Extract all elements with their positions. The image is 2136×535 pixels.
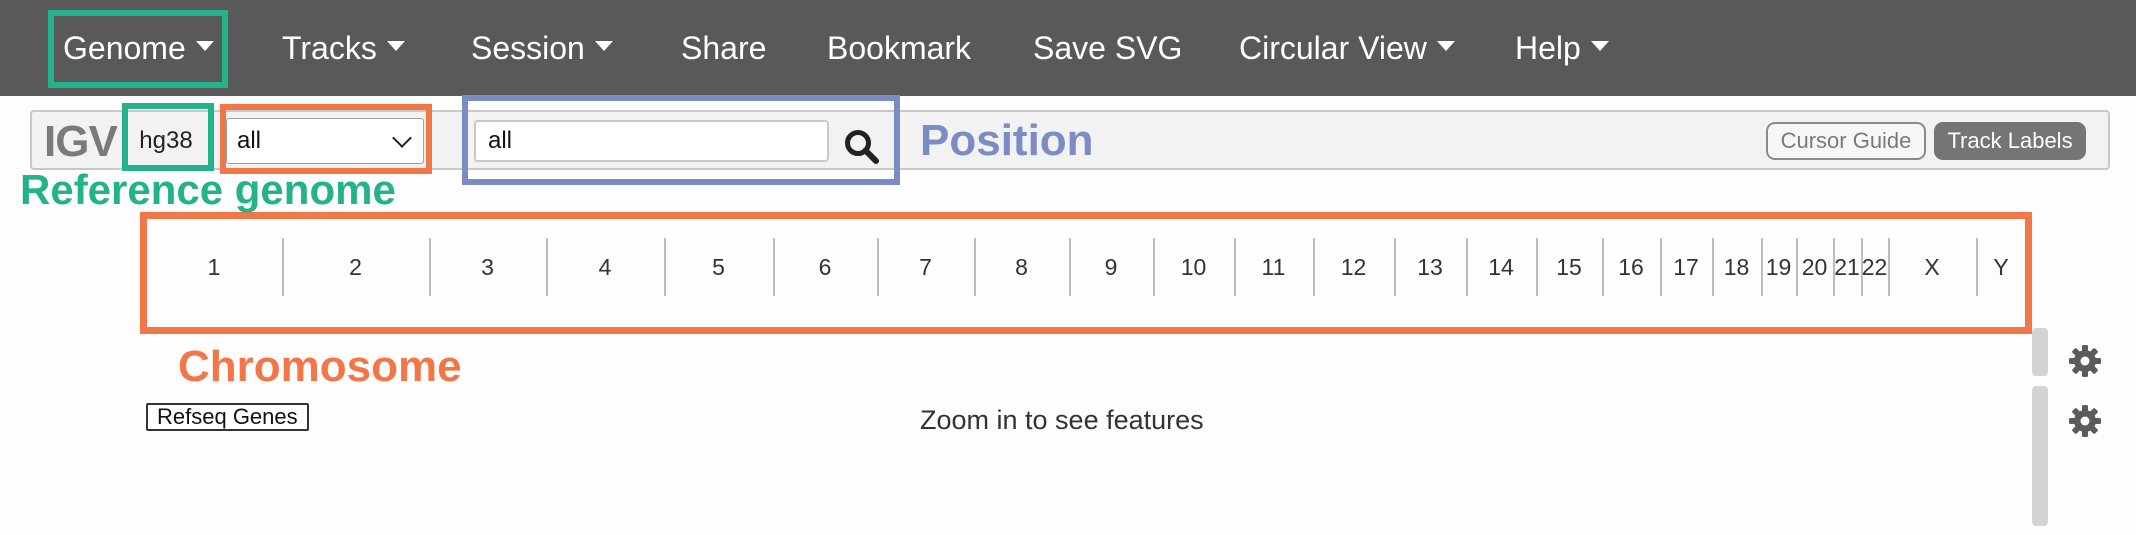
chromosome-3[interactable]: 3 xyxy=(429,238,546,296)
save-svg-label: Save SVG xyxy=(1033,29,1183,66)
genome-menu-label: Genome xyxy=(63,29,186,66)
circular-view-label: Circular View xyxy=(1239,29,1427,66)
chromosome-10[interactable]: 10 xyxy=(1153,238,1234,296)
caret-down-icon xyxy=(594,41,613,51)
session-menu-label: Session xyxy=(471,29,585,66)
chromosome-21[interactable]: 21 xyxy=(1833,238,1861,296)
caret-down-icon xyxy=(195,41,214,51)
chromosome-11[interactable]: 11 xyxy=(1234,238,1313,296)
chromosome-x[interactable]: X xyxy=(1888,238,1976,296)
track-labels-button[interactable]: Track Labels xyxy=(1934,122,2086,160)
chromosome-7[interactable]: 7 xyxy=(877,238,974,296)
refseq-track-scrollbar[interactable] xyxy=(2032,386,2048,526)
chromosome-6[interactable]: 6 xyxy=(773,238,877,296)
circular-view-menu[interactable]: Circular View xyxy=(1239,0,1455,96)
chromosome-18[interactable]: 18 xyxy=(1712,238,1761,296)
tracks-menu-label: Tracks xyxy=(282,29,377,66)
locus-search-value: all xyxy=(488,127,513,154)
chromosome-select[interactable]: all xyxy=(226,118,424,164)
chromosome-15[interactable]: 15 xyxy=(1536,238,1602,296)
session-menu[interactable]: Session xyxy=(471,0,613,96)
chromosome-1[interactable]: 1 xyxy=(146,238,282,296)
chromosome-4[interactable]: 4 xyxy=(546,238,664,296)
search-icon[interactable] xyxy=(843,128,881,166)
chromosome-13[interactable]: 13 xyxy=(1394,238,1466,296)
bookmark-label: Bookmark xyxy=(827,29,972,66)
chromosome-annotation: Chromosome xyxy=(178,342,462,391)
chromosome-17[interactable]: 17 xyxy=(1660,238,1712,296)
gear-icon[interactable] xyxy=(2068,344,2102,378)
chromosome-14[interactable]: 14 xyxy=(1466,238,1536,296)
bookmark-button[interactable]: Bookmark xyxy=(827,0,971,96)
chromosome-20[interactable]: 20 xyxy=(1796,238,1833,296)
genome-id-label: hg38 xyxy=(139,127,193,154)
caret-down-icon xyxy=(1590,41,1609,51)
share-label: Share xyxy=(681,29,767,66)
chromosome-22[interactable]: 22 xyxy=(1861,238,1888,296)
chevron-down-icon xyxy=(392,128,412,148)
chromosome-5[interactable]: 5 xyxy=(664,238,773,296)
position-annotation: Position xyxy=(920,116,1094,165)
chromosome-2[interactable]: 2 xyxy=(282,238,429,296)
tracks-menu[interactable]: Tracks xyxy=(282,0,405,96)
chromosome-select-value: all xyxy=(237,127,262,154)
help-menu[interactable]: Help xyxy=(1515,0,1609,96)
genome-menu[interactable]: Genome xyxy=(63,0,214,96)
zoom-in-message: Zoom in to see features xyxy=(920,405,1204,435)
locus-search-input[interactable]: all xyxy=(474,120,829,162)
chromosome-ideogram: 1 2 3 4 5 6 7 8 9 10 11 12 13 14 15 16 17 18 19 20 21 22 X Y xyxy=(146,218,2026,316)
ideogram-track-scrollbar[interactable] xyxy=(2032,328,2048,376)
igv-logo: IGV xyxy=(44,117,118,166)
cursor-guide-button[interactable]: Cursor Guide xyxy=(1766,122,1926,160)
caret-down-icon xyxy=(386,41,405,51)
refseq-genes-track-label[interactable]: Refseq Genes xyxy=(146,403,309,431)
chromosome-y[interactable]: Y xyxy=(1976,238,2026,296)
gear-icon[interactable] xyxy=(2068,404,2102,438)
help-menu-label: Help xyxy=(1515,29,1581,66)
save-svg-button[interactable]: Save SVG xyxy=(1033,0,1182,96)
top-navbar: Genome Tracks Session Share Bookmark Sav… xyxy=(0,0,2136,96)
chromosome-8[interactable]: 8 xyxy=(974,238,1069,296)
chromosome-16[interactable]: 16 xyxy=(1602,238,1660,296)
chromosome-9[interactable]: 9 xyxy=(1069,238,1153,296)
reference-genome-annotation: Reference genome xyxy=(20,166,396,213)
caret-down-icon xyxy=(1436,41,1455,51)
chromosome-12[interactable]: 12 xyxy=(1313,238,1394,296)
share-button[interactable]: Share xyxy=(681,0,766,96)
chromosome-19[interactable]: 19 xyxy=(1761,238,1796,296)
